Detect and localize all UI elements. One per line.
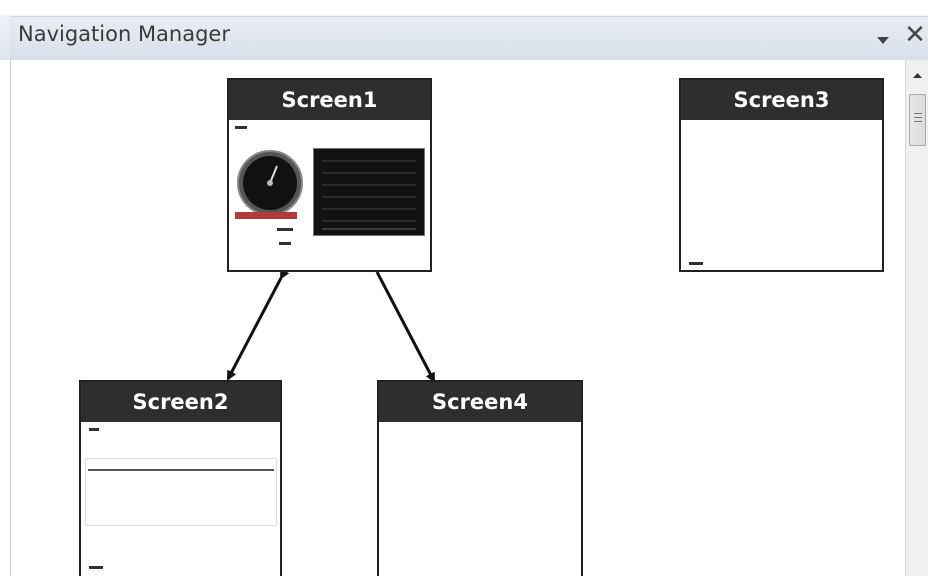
grip-line xyxy=(914,117,922,118)
thumbnail-label xyxy=(89,566,103,569)
screen-node-screen2[interactable]: Screen2 xyxy=(79,380,282,576)
grip-line xyxy=(914,121,922,122)
table-header-strip xyxy=(88,469,274,471)
thumbnail-label xyxy=(235,126,247,129)
thumbnail-label xyxy=(279,242,291,245)
screen-node-screen3[interactable]: Screen3 xyxy=(679,78,884,272)
scroll-up-button[interactable] xyxy=(906,62,928,90)
screen-title: Screen2 xyxy=(81,382,280,422)
dropdown-arrow-icon[interactable] xyxy=(874,33,892,47)
grip-line xyxy=(914,113,922,114)
scroll-thumb[interactable] xyxy=(909,94,926,146)
gauge-thumbnail xyxy=(237,150,303,216)
panel-title: Navigation Manager xyxy=(18,22,230,46)
chart-thumbnail xyxy=(313,148,425,236)
screen-node-screen4[interactable]: Screen4 xyxy=(377,380,583,576)
thumbnail-label xyxy=(689,262,703,265)
thumbnail-label xyxy=(277,228,293,231)
screen-title: Screen1 xyxy=(229,80,430,120)
screen-node-screen1[interactable]: Screen1 xyxy=(227,78,432,272)
gauge-scale-strip xyxy=(235,212,297,219)
thumbnail-label xyxy=(89,428,99,431)
chart-gridlines xyxy=(322,160,416,230)
vertical-scrollbar[interactable] xyxy=(905,60,928,576)
table-thumbnail xyxy=(85,458,277,526)
chevron-up-icon xyxy=(913,73,922,78)
screen-title: Screen4 xyxy=(379,382,581,422)
screen-title: Screen3 xyxy=(681,80,882,120)
close-button[interactable]: ✕ xyxy=(902,20,928,50)
